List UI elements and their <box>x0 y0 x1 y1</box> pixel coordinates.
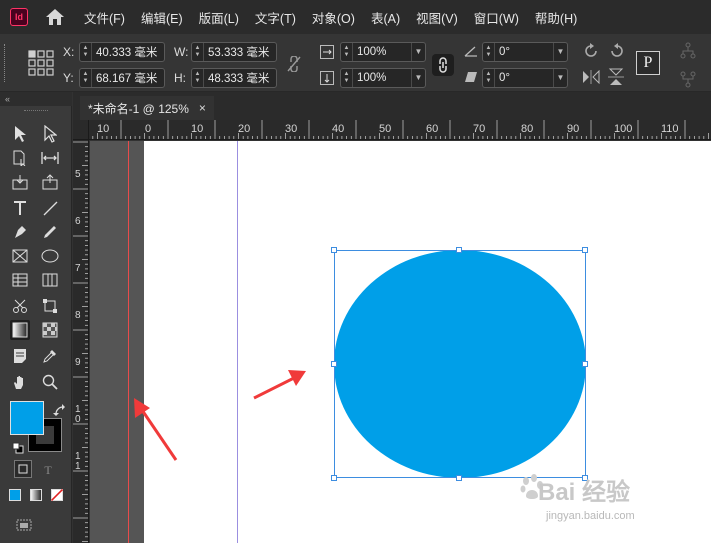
annotation-arrows <box>134 370 306 461</box>
arrow-to-shape <box>253 370 306 400</box>
baidu-watermark: Bai 经验 jingyan.baidu.com <box>520 468 710 540</box>
arrow-to-bleed <box>134 398 178 461</box>
watermark-main-text: Bai 经验 <box>538 479 631 506</box>
watermark-url: jingyan.baidu.com <box>546 510 635 522</box>
ruler-origin[interactable] <box>73 120 89 140</box>
indesign-window: Id 文件(F) 编辑(E) 版面(L) 文字(T) 对象(O) 表(A) 视图… <box>0 0 711 543</box>
